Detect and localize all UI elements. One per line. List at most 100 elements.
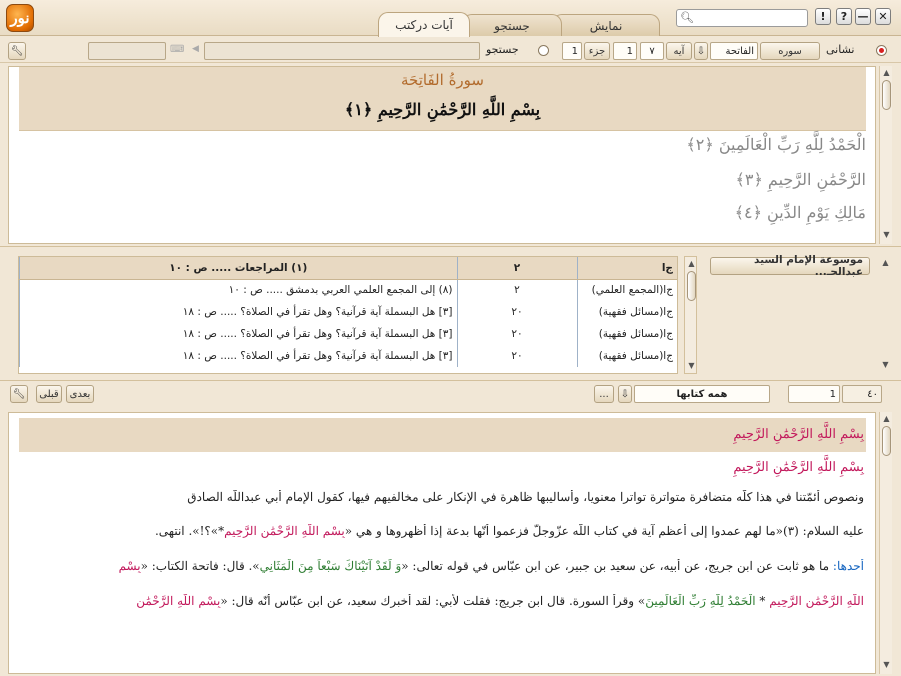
table-header-row: ج‌ا ٢ (١) المراجعات ..... ص : ١٠: [19, 257, 677, 280]
table-cell: ج‌ا(المجمع العلمي): [576, 279, 677, 301]
tab-label: نمايش: [589, 18, 623, 33]
text-subheading: بِسْمِ اللَّهِ الرَّحْمَٰنِ الرَّحِيمِ: [733, 460, 864, 475]
close-button[interactable]: ✕: [875, 8, 891, 25]
table-cell: ج‌ا(مسائل فقهية): [576, 345, 677, 367]
more-options-button[interactable]: ...: [594, 385, 614, 403]
column-header: ٢: [456, 257, 577, 280]
search-mode-label: جستجو: [486, 43, 519, 56]
scroll-down-icon[interactable]: ▼: [880, 230, 893, 239]
tab-verses-in-books[interactable]: آيات درکتب: [378, 12, 470, 37]
text-span: *»؟!». انتهى.: [154, 524, 225, 538]
sura-button[interactable]: سوره: [760, 42, 820, 60]
text-span: » وقرأ السورة. قال ابن جريج: فقلت لأبي: …: [220, 594, 646, 608]
text-line-2: عليه السلام: (٣)«ما لهم عمدوا إلى أعظم آ…: [19, 524, 864, 538]
address-mode-radio[interactable]: [876, 45, 887, 56]
search-icon: 🔍︎: [680, 11, 694, 24]
sura-field[interactable]: الفاتحة: [710, 42, 758, 60]
table-cell: ج‌ا(مسائل فقهية): [576, 301, 677, 323]
column-header: (١) المراجعات ..... ص : ١٠: [19, 257, 457, 280]
references-scrollbar[interactable]: ▲ ▼: [684, 256, 697, 374]
search-input[interactable]: 🔍︎: [676, 9, 808, 27]
previous-button[interactable]: قبلى: [36, 385, 62, 403]
sura-title: سورةُ الفَاتِحَة: [401, 71, 484, 89]
table-row[interactable]: ج‌ا(مسائل فقهية) ٢٠ [٣] هل البسملة آية ق…: [19, 323, 677, 345]
minimize-button[interactable]: —: [855, 8, 871, 25]
tab-search[interactable]: جستجو: [462, 14, 562, 36]
table-cell: [٣] هل البسملة آية قرآنية؟ وهل تقرأ في ا…: [19, 301, 457, 323]
scroll-thumb[interactable]: [882, 80, 891, 110]
table-cell: ٢٠: [456, 301, 577, 323]
quran-quote[interactable]: وَ لَقَدْ آتَيْنَاكَ سَبْعاً مِنَ الْمَث…: [260, 559, 402, 573]
tab-display[interactable]: نمايش: [552, 14, 660, 36]
page-total: ٤٠: [842, 385, 882, 403]
text-span: ». قال: فاتحة الكتاب: «: [140, 559, 260, 573]
label-first: أحدها:: [832, 559, 864, 573]
table-row[interactable]: ج‌ا(المجمع العلمي) ٢ (٨) إلى المجمع العل…: [19, 279, 677, 301]
keyboard-icon: ⌨: [170, 44, 185, 55]
scroll-down-icon[interactable]: ▼: [880, 660, 893, 669]
info-button[interactable]: !: [815, 8, 831, 25]
quran-quote[interactable]: اللَّهِ الرَّحْمَٰنِ الرَّحِيمِ: [769, 594, 864, 608]
verse-3[interactable]: الرَّحْمَٰنِ الرَّحِيمِ ﴿٣﴾: [420, 170, 867, 189]
quran-quote[interactable]: بِسْمِ: [119, 559, 141, 573]
settings-wrench-icon[interactable]: 🔧︎: [10, 385, 28, 403]
help-button[interactable]: ?: [836, 8, 852, 25]
quran-scrollbar[interactable]: ▲ ▼: [879, 66, 892, 244]
verse-2[interactable]: الْحَمْدُ لِلَّهِ رَبِّ الْعَالَمِينَ ﴿٢…: [420, 135, 866, 154]
text-line-1: ونصوص أئمّتنا في هذا كلّه متضافرة متواتر…: [187, 490, 864, 504]
text-span: عليه السلام: (٣)«ما لهم عمدوا إلى أعظم آ…: [344, 524, 864, 538]
disabled-field: [88, 42, 166, 60]
scroll-up-icon[interactable]: ▲: [880, 414, 893, 423]
scroll-thumb[interactable]: [687, 271, 696, 301]
text-heading: بِسْمِ اللَّهِ الرَّحْمَٰنِ الرَّحِيمِ: [733, 427, 864, 442]
table-cell: ج‌ا(مسائل فقهية): [576, 323, 677, 345]
play-icon: ◀: [192, 44, 199, 54]
aya-field[interactable]: ٧: [640, 42, 664, 60]
table-cell: (٨) إلى المجمع العلمي العربي بدمشق .....…: [19, 279, 457, 301]
text-span: *: [755, 594, 770, 608]
text-span: ما هو ثابت عن ابن جريج، عن أبيه، عن سعيد…: [401, 559, 833, 573]
quran-quote[interactable]: الْحَمْدُ لِلَّهِ رَبِّ الْعَالَمِينَ: [645, 594, 755, 608]
table-cell: [٣] هل البسملة آية قرآنية؟ وهل تقرأ في ا…: [19, 345, 457, 367]
table-row[interactable]: ج‌ا(مسائل فقهية) ٢٠ [٣] هل البسملة آية ق…: [19, 345, 677, 367]
down-arrow-icon[interactable]: ⇩: [694, 42, 708, 60]
quran-quote[interactable]: بِسْمِ اللَّهِ الرَّحْمَٰنِ الرَّحِيمِ: [224, 524, 345, 538]
references-table-panel: ج‌ا ٢ (١) المراجعات ..... ص : ١٠ ج‌ا(الم…: [18, 256, 678, 374]
verse-4[interactable]: مَالِكِ يَوْمِ الدِّينِ ﴿٤﴾: [420, 203, 866, 222]
book-title-button[interactable]: موسوعة الإمام السيد عبدالحـ...: [710, 254, 870, 278]
tab-label: آيات درکتب: [395, 18, 453, 32]
scroll-up-icon[interactable]: ▲: [880, 68, 893, 77]
column-header: ج‌ا: [576, 257, 677, 280]
app-logo[interactable]: نور: [6, 4, 34, 32]
quran-quote[interactable]: بِسْمِ اللَّهِ الرَّحْمَٰنِ: [136, 594, 220, 608]
text-line-3: أحدها: ما هو ثابت عن ابن جريج، عن أبيه، …: [19, 559, 864, 573]
scroll-down-icon[interactable]: ▼: [879, 360, 892, 369]
disabled-search-field: [204, 42, 480, 60]
books-list-scrollbar[interactable]: ▲ ▼: [879, 256, 892, 374]
search-mode-radio[interactable]: [538, 45, 549, 56]
juz-button[interactable]: جزء: [584, 42, 610, 60]
text-scrollbar[interactable]: ▲ ▼: [879, 412, 892, 674]
next-button[interactable]: بعدى: [66, 385, 94, 403]
wrench-icon[interactable]: 🔧︎: [8, 42, 26, 60]
scroll-thumb[interactable]: [882, 426, 891, 456]
scroll-up-icon[interactable]: ▲: [685, 259, 698, 268]
references-table: ج‌ا ٢ (١) المراجعات ..... ص : ١٠ ج‌ا(الم…: [19, 257, 677, 367]
tab-label: جستجو: [494, 18, 530, 33]
down-arrow-icon[interactable]: ⇩: [618, 385, 632, 403]
table-cell: [٣] هل البسملة آية قرآنية؟ وهل تقرأ في ا…: [19, 323, 457, 345]
table-cell: ٢٠: [456, 323, 577, 345]
basmala-verse[interactable]: بِسْمِ اللَّهِ الرَّحْمَٰنِ الرَّحِيمِ ﴿…: [19, 100, 866, 119]
scroll-up-icon[interactable]: ▲: [879, 258, 892, 267]
scroll-down-icon[interactable]: ▼: [685, 361, 698, 370]
scope-select[interactable]: همه کتابها: [634, 385, 770, 403]
page-input[interactable]: 1: [788, 385, 840, 403]
text-line-4: اللَّهِ الرَّحْمَٰنِ الرَّحِيمِ * الْحَم…: [19, 594, 864, 608]
table-cell: ٢٠: [456, 345, 577, 367]
aya-number-field[interactable]: 1: [613, 42, 637, 60]
table-row[interactable]: ج‌ا(مسائل فقهية) ٢٠ [٣] هل البسملة آية ق…: [19, 301, 677, 323]
aya-button[interactable]: آيه: [666, 42, 692, 60]
juz-field[interactable]: 1: [562, 42, 582, 60]
address-mode-label: نشانی: [826, 43, 855, 56]
table-cell: ٢: [456, 279, 577, 301]
